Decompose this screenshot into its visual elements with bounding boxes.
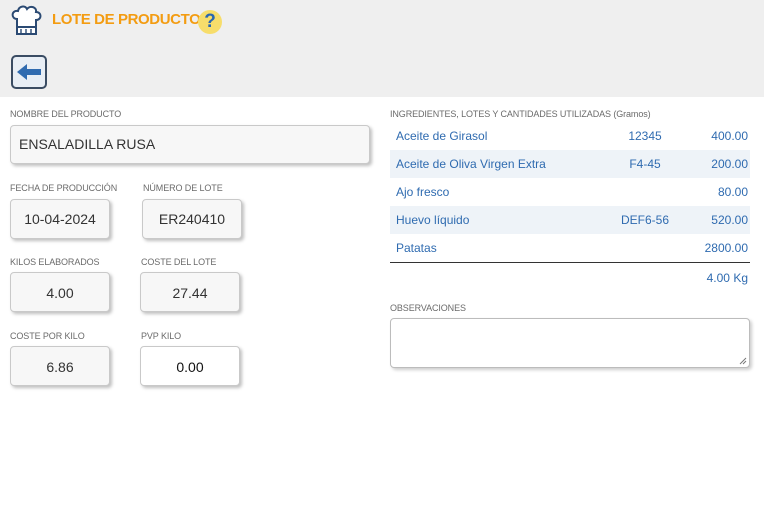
ingredient-qty: 80.00 [717,185,748,199]
help-icon[interactable]: ? [198,10,222,34]
ingredients-total: 4.00 Kg [706,271,748,285]
ingredient-name: Ajo fresco [396,185,450,199]
ingredient-qty: 200.00 [711,157,748,171]
cost-per-kilo-label: COSTE POR KILO [10,331,85,341]
ingredient-lot: 12345 [628,129,662,143]
kilos-label: KILOS ELABORADOS [10,257,100,267]
back-arrow-icon [17,64,41,80]
ingredients-divider [390,262,750,263]
resize-grip-icon[interactable] [739,357,747,365]
lot-number-value: ER240410 [158,211,226,227]
production-date-value: 10-04-2024 [24,211,96,227]
lot-cost-label: COSTE DEL LOTE [141,257,217,267]
lot-cost-field[interactable]: 27.44 [140,272,240,312]
ingredient-row[interactable]: Ajo fresco 80.00 [390,178,750,206]
production-date-field[interactable]: 10-04-2024 [10,199,110,239]
lot-cost-value: 27.44 [172,285,208,301]
pvp-kilo-field[interactable]: 0.00 [140,346,240,386]
kilos-value: 4.00 [46,285,74,301]
chef-hat-icon [11,5,42,35]
ingredients-label: INGREDIENTES, LOTES Y CANTIDADES UTILIZA… [390,109,651,119]
ingredient-row[interactable]: Patatas 2800.00 [390,234,750,262]
cost-per-kilo-value: 6.86 [46,359,74,375]
product-name-field[interactable]: ENSALADILLA RUSA [10,125,370,164]
pvp-kilo-label: PVP KILO [141,331,182,341]
header-bar: LOTE DE PRODUCTO ? [0,0,764,97]
cost-per-kilo-field[interactable]: 6.86 [10,346,110,386]
product-name-label: NOMBRE DEL PRODUCTO [10,109,122,119]
ingredient-name: Patatas [396,241,437,255]
ingredient-qty: 520.00 [711,213,748,227]
page-title: LOTE DE PRODUCTO [52,11,201,28]
production-date-label: FECHA DE PRODUCCIÓN [10,183,118,193]
ingredient-row[interactable]: Aceite de Oliva Virgen Extra F4-45 200.0… [390,150,750,178]
ingredient-row[interactable]: Aceite de Girasol 12345 400.00 [390,122,750,150]
lot-number-field[interactable]: ER240410 [142,199,242,239]
observations-label: OBSERVACIONES [390,303,466,313]
ingredient-name: Aceite de Girasol [396,129,488,143]
ingredient-name: Huevo líquido [396,213,470,227]
back-button[interactable] [11,55,47,89]
pvp-kilo-value: 0.00 [176,359,204,375]
lot-number-label: NÚMERO DE LOTE [143,183,223,193]
ingredient-qty: 400.00 [711,129,748,143]
ingredient-row[interactable]: Huevo líquido DEF6-56 520.00 [390,206,750,234]
ingredient-qty: 2800.00 [704,241,748,255]
kilos-field[interactable]: 4.00 [10,272,110,312]
ingredient-lot: F4-45 [629,157,661,171]
observations-textarea[interactable] [390,318,750,368]
ingredient-lot: DEF6-56 [620,213,670,227]
ingredient-name: Aceite de Oliva Virgen Extra [396,157,546,171]
product-name-value: ENSALADILLA RUSA [19,136,156,152]
